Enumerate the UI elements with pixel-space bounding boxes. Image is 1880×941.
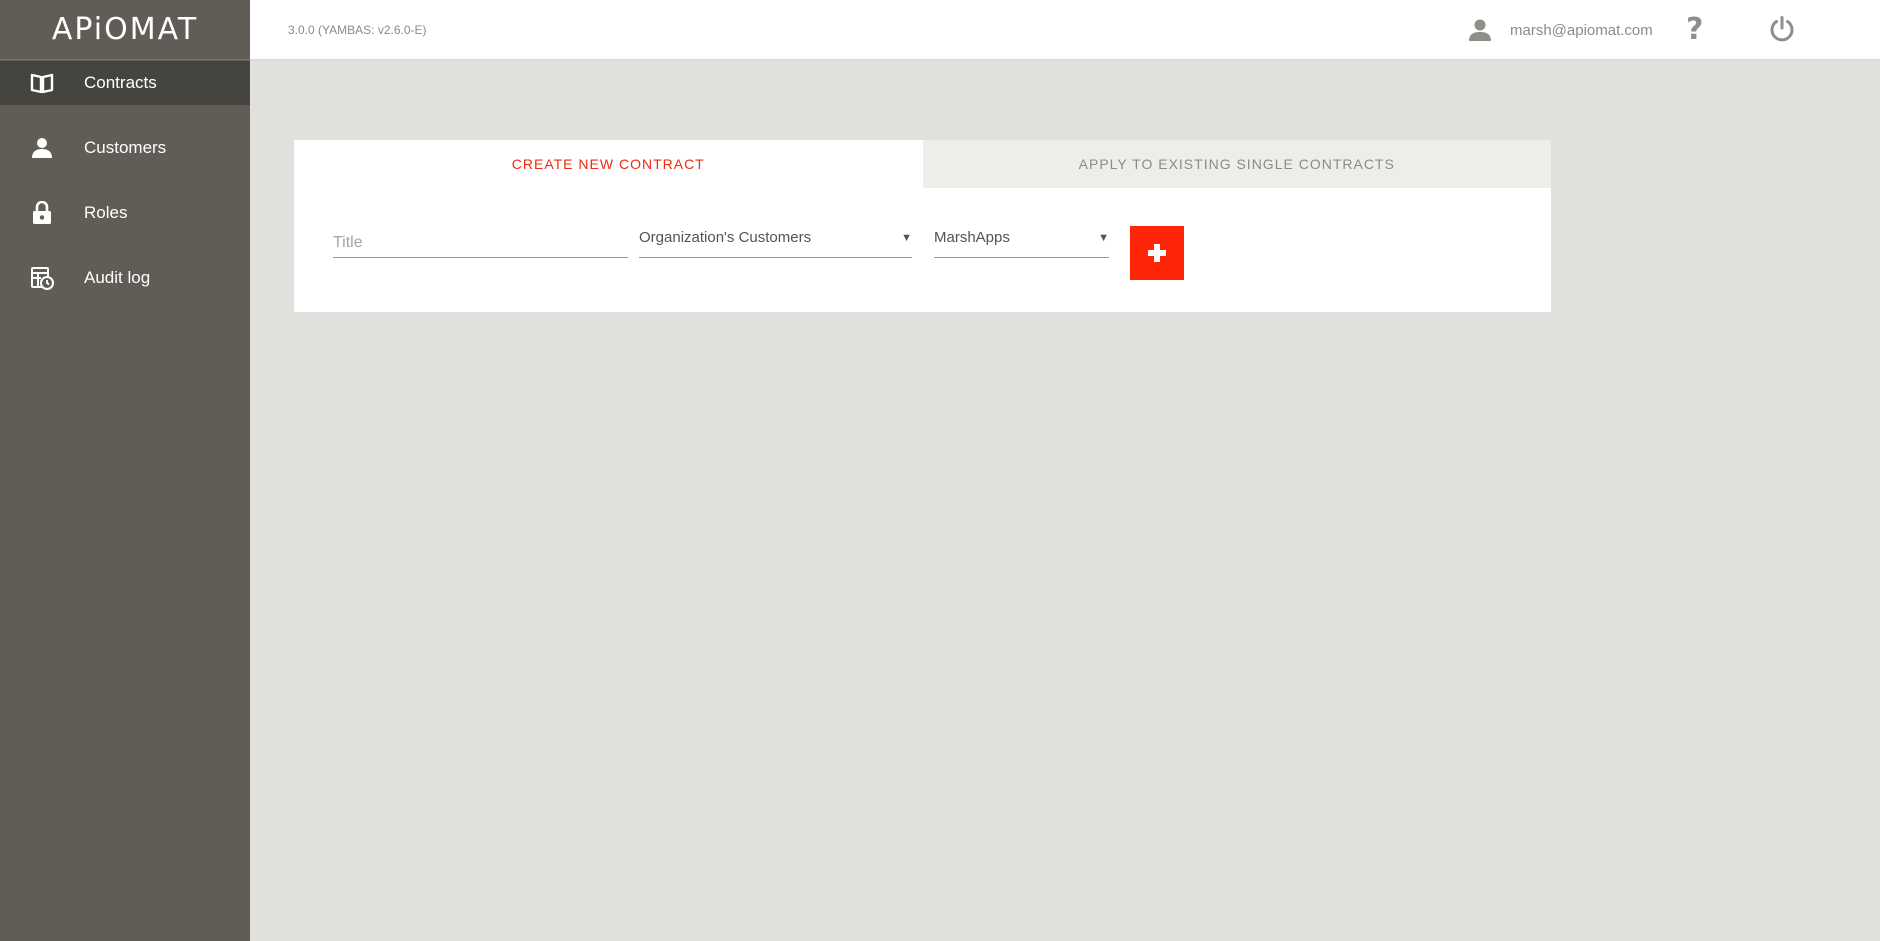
plus-icon xyxy=(1148,244,1166,262)
sidebar-item-roles[interactable]: Roles xyxy=(0,191,250,235)
contract-tabs: CREATE NEW CONTRACT APPLY TO EXISTING SI… xyxy=(294,140,1551,188)
sidebar-item-label: Audit log xyxy=(84,268,151,287)
customers-select[interactable]: Organization's Customers ▼ xyxy=(639,224,912,258)
add-contract-button[interactable] xyxy=(1130,226,1184,280)
caret-down-icon: ▼ xyxy=(1098,231,1109,244)
sidebar-nav: Contracts Customers Roles Audit log xyxy=(0,61,250,300)
audit-log-icon xyxy=(0,266,84,290)
apps-select[interactable]: MarshApps ▼ xyxy=(934,224,1109,258)
customers-select-value: Organization's Customers xyxy=(639,229,812,246)
sidebar-item-contracts[interactable]: Contracts xyxy=(0,61,250,105)
sidebar-item-customers[interactable]: Customers xyxy=(0,126,250,170)
sidebar: APiOMAT Contracts Customers Roles Audit … xyxy=(0,0,250,941)
logo-area: APiOMAT xyxy=(0,0,250,60)
sidebar-item-label: Customers xyxy=(84,138,167,157)
apiomat-logo[interactable]: APiOMAT xyxy=(52,12,198,47)
person-icon xyxy=(0,137,84,159)
user-email[interactable]: marsh@apiomat.com xyxy=(1510,22,1653,39)
topbar: 3.0.0 (YAMBAS: v2.6.0-E) marsh@apiomat.c… xyxy=(250,0,1880,60)
user-icon xyxy=(1469,18,1491,47)
contract-card: CREATE NEW CONTRACT APPLY TO EXISTING SI… xyxy=(294,140,1551,312)
version-label: 3.0.0 (YAMBAS: v2.6.0-E) xyxy=(288,23,427,37)
book-icon xyxy=(0,72,84,94)
caret-down-icon: ▼ xyxy=(901,231,912,244)
sidebar-item-audit-log[interactable]: Audit log xyxy=(0,256,250,300)
sidebar-item-label: Roles xyxy=(84,203,128,222)
lock-icon xyxy=(0,201,84,225)
tab-apply-to-existing-contracts[interactable]: APPLY TO EXISTING SINGLE CONTRACTS xyxy=(922,140,1551,188)
contract-form: Organization's Customers ▼ MarshApps ▼ xyxy=(294,188,1551,312)
title-field-wrapper xyxy=(333,224,628,258)
sidebar-item-label: Contracts xyxy=(84,73,157,92)
title-input[interactable] xyxy=(333,229,628,252)
apps-select-value: MarshApps xyxy=(934,229,1010,246)
power-icon[interactable] xyxy=(1768,15,1796,48)
tab-create-new-contract[interactable]: CREATE NEW CONTRACT xyxy=(294,140,923,188)
help-icon[interactable]: ? xyxy=(1686,12,1703,47)
